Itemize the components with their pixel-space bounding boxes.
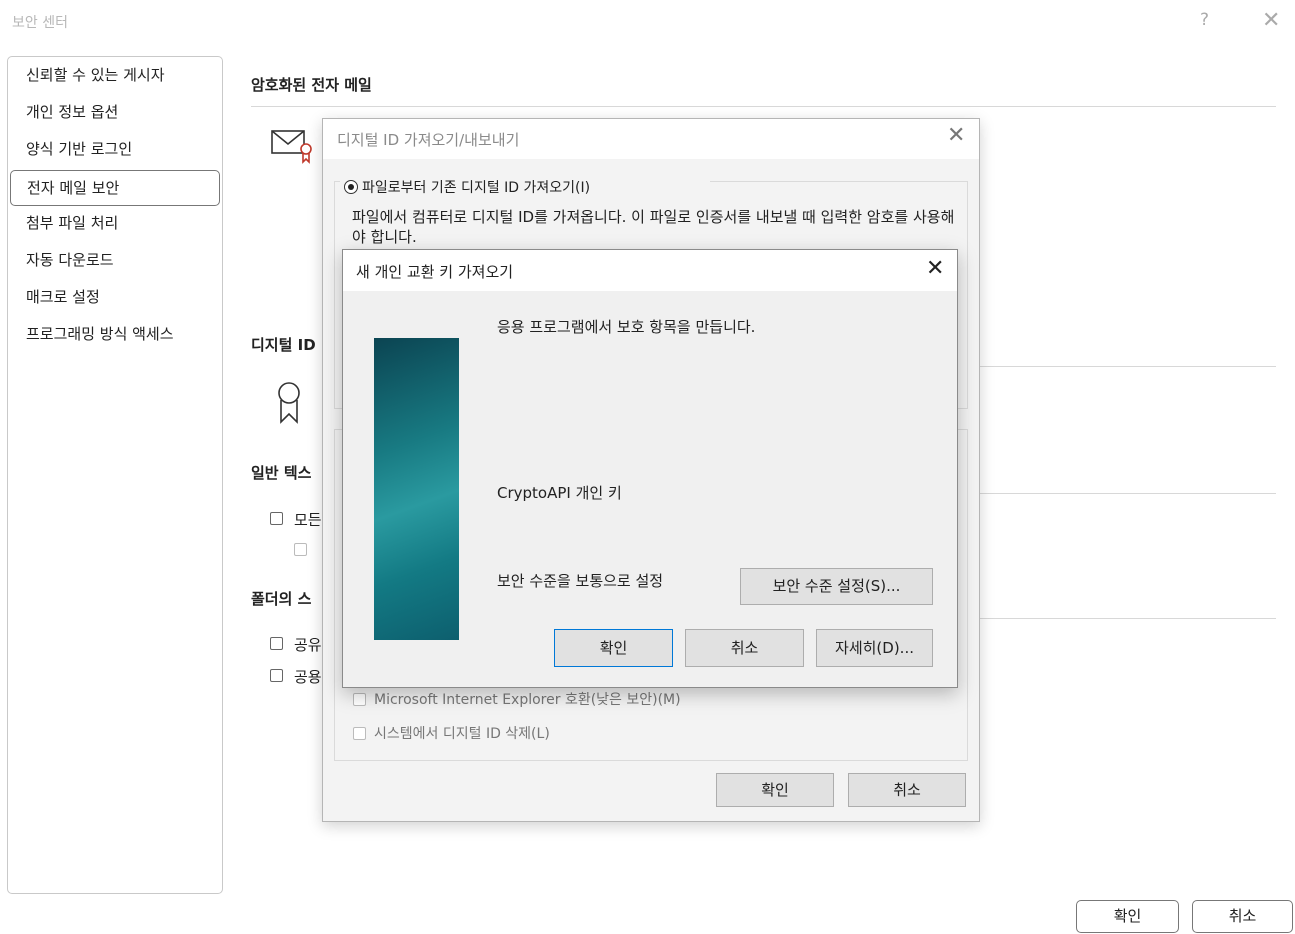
close-icon[interactable]: ✕ <box>926 256 944 281</box>
key-ok-button[interactable]: 확인 <box>554 629 673 667</box>
key-name: CryptoAPI 개인 키 <box>497 484 622 502</box>
sidebar-item-form-login[interactable]: 양식 기반 로그인 <box>10 133 220 166</box>
help-icon[interactable]: ? <box>1200 10 1209 30</box>
ok-button[interactable]: 확인 <box>1076 900 1179 933</box>
digital-id-heading: 디지털 ID <box>251 336 316 354</box>
sidebar-item-trusted-publishers[interactable]: 신뢰할 수 있는 게시자 <box>10 59 220 92</box>
key-message: 응용 프로그램에서 보호 항목을 만듭니다. <box>497 318 756 336</box>
security-banner-image <box>374 338 459 640</box>
key-details-button[interactable]: 자세히(D)... <box>816 629 933 667</box>
set-security-level-button[interactable]: 보안 수준 설정(S)... <box>740 568 933 605</box>
digital-id-icon <box>276 380 302 430</box>
window-title-bar: 보안 센터 ? ✕ <box>0 0 1295 42</box>
folder-checkbox-1-label: 공유 <box>294 636 322 654</box>
folder-checkbox-1[interactable] <box>270 637 283 650</box>
window-title: 보안 센터 <box>12 15 68 31</box>
close-icon[interactable]: ✕ <box>1262 8 1280 33</box>
divider <box>980 493 1276 494</box>
private-key-dialog: 새 개인 교환 키 가져오기 ✕ 응용 프로그램에서 보호 항목을 만듭니다. … <box>342 249 958 688</box>
delete-id-label: 시스템에서 디지털 ID 삭제(L) <box>374 726 550 742</box>
import-radio[interactable] <box>344 180 358 194</box>
key-cancel-button[interactable]: 취소 <box>685 629 804 667</box>
sidebar-item-privacy-options[interactable]: 개인 정보 옵션 <box>10 96 220 129</box>
sidebar-item-email-security[interactable]: 전자 메일 보안 <box>10 170 220 206</box>
sidebar: 신뢰할 수 있는 게시자 개인 정보 옵션 양식 기반 로그인 전자 메일 보안… <box>7 56 223 894</box>
plaintext-heading: 일반 텍스 <box>251 464 312 482</box>
plaintext-checkbox-2[interactable] <box>294 543 307 556</box>
ie-compat-label: Microsoft Internet Explorer 호환(낮은 보안)(M) <box>374 692 681 708</box>
folder-checkbox-2[interactable] <box>270 669 283 682</box>
dialog-title: 새 개인 교환 키 가져오기 <box>356 263 514 281</box>
import-radio-label: 파일로부터 기존 디지털 ID 가져오기(I) <box>362 180 591 196</box>
divider <box>980 366 1276 367</box>
cancel-button[interactable]: 취소 <box>1192 900 1293 933</box>
sidebar-item-attachment-handling[interactable]: 첨부 파일 처리 <box>10 207 220 240</box>
folder-checkbox-2-label: 공용 <box>294 668 322 686</box>
divider <box>251 106 1276 107</box>
sidebar-item-macro-settings[interactable]: 매크로 설정 <box>10 281 220 314</box>
sidebar-item-auto-download[interactable]: 자동 다운로드 <box>10 244 220 277</box>
folder-heading: 폴더의 스 <box>251 590 312 608</box>
divider <box>980 618 1276 619</box>
certificate-mail-icon <box>270 127 316 171</box>
sidebar-item-programmatic-access[interactable]: 프로그래밍 방식 액세스 <box>10 318 220 351</box>
ie-compat-checkbox[interactable] <box>353 693 366 706</box>
close-icon[interactable]: ✕ <box>947 123 965 148</box>
plaintext-checkbox-1[interactable] <box>270 512 283 525</box>
dialog-title: 디지털 ID 가져오기/내보내기 <box>337 131 520 149</box>
plaintext-checkbox-1-label: 모든 <box>294 511 322 529</box>
encrypted-email-heading: 암호화된 전자 메일 <box>251 76 372 94</box>
import-cancel-button[interactable]: 취소 <box>848 773 966 807</box>
delete-id-checkbox[interactable] <box>353 727 366 740</box>
security-level-text: 보안 수준을 보통으로 설정 <box>497 572 664 590</box>
import-description: 파일에서 컴퓨터로 디지털 ID를 가져옵니다. 이 파일로 인증서를 내보낼 … <box>352 208 955 246</box>
import-ok-button[interactable]: 확인 <box>716 773 834 807</box>
